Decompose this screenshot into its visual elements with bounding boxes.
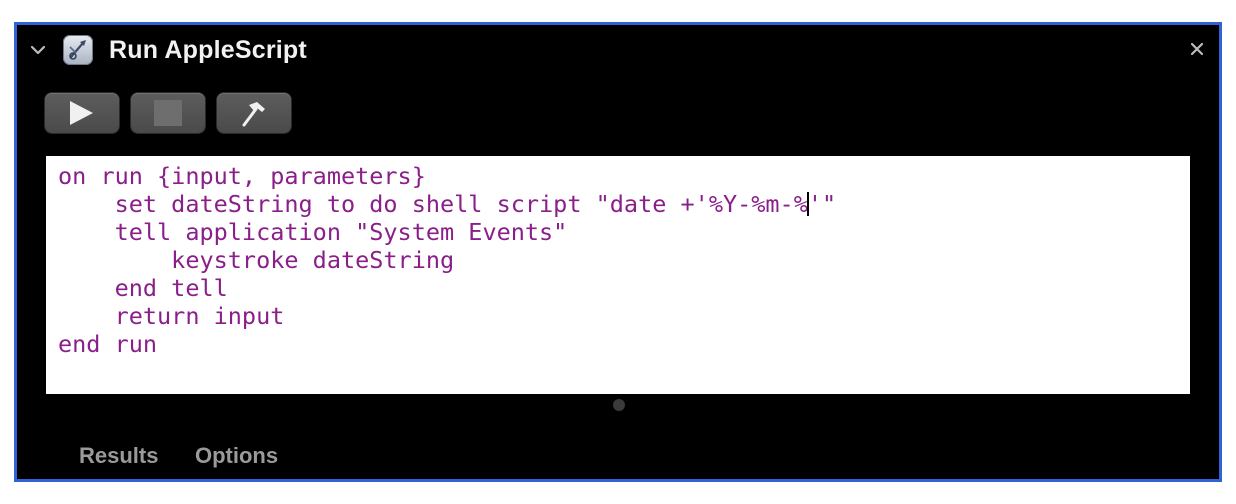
stop-button[interactable] xyxy=(131,93,205,133)
code-line-3: tell application "System Events" xyxy=(58,218,568,246)
action-header: Run AppleScript xyxy=(17,25,1219,77)
code-line-2-tail: '" xyxy=(807,190,837,218)
tab-options[interactable]: Options xyxy=(195,443,278,469)
play-icon xyxy=(70,101,93,125)
tab-results[interactable]: Results xyxy=(79,443,158,469)
hammer-icon xyxy=(242,102,265,127)
run-applescript-action-panel: Run AppleScript on run {input, parameter… xyxy=(14,22,1222,482)
close-icon[interactable] xyxy=(1189,41,1205,57)
script-code[interactable]: on run {input, parameters} set dateStrin… xyxy=(58,162,836,358)
script-editor[interactable]: on run {input, parameters} set dateStrin… xyxy=(46,156,1190,394)
editor-resize-handle[interactable] xyxy=(613,399,625,411)
stop-icon xyxy=(154,100,182,126)
code-line-7: end run xyxy=(58,330,158,358)
code-line-2: set dateString to do shell script "date … xyxy=(58,190,808,218)
chevron-down-icon[interactable] xyxy=(29,41,47,59)
script-editor-icon xyxy=(63,35,93,65)
code-line-4: keystroke dateString xyxy=(58,246,455,274)
code-line-5: end tell xyxy=(58,274,228,302)
code-line-1: on run {input, parameters} xyxy=(58,162,426,190)
compile-button[interactable] xyxy=(217,93,291,133)
action-title: Run AppleScript xyxy=(109,36,307,64)
run-button[interactable] xyxy=(45,93,119,133)
code-line-6: return input xyxy=(58,302,285,330)
